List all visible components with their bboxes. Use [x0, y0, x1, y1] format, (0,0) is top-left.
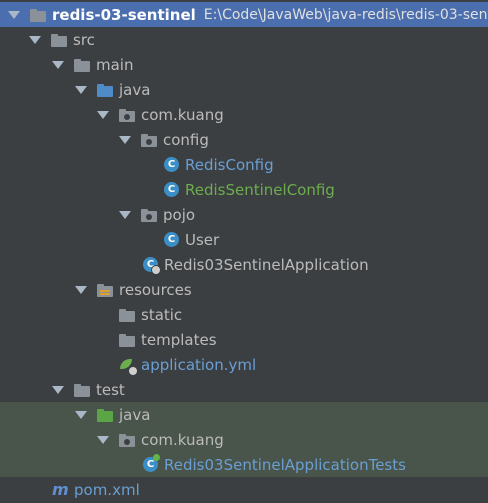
spring-boot-application-icon: C	[143, 257, 161, 275]
tree-row-application[interactable]: C Redis03SentinelApplication	[0, 252, 488, 277]
node-label: pom.xml	[74, 480, 140, 499]
expand-arrow-icon[interactable]	[119, 210, 131, 219]
folder-icon	[51, 32, 67, 48]
node-label: main	[96, 55, 134, 74]
test-source-folder-icon	[97, 407, 113, 423]
tree-row-java-test[interactable]: java	[0, 402, 488, 427]
expand-arrow-icon[interactable]	[119, 135, 131, 144]
test-class-icon: C	[143, 454, 160, 472]
tree-row-java-main[interactable]: java	[0, 77, 488, 102]
module-name: redis-03-sentinel	[52, 5, 196, 24]
expand-arrow-icon[interactable]	[75, 85, 87, 94]
module-folder-icon	[30, 7, 46, 23]
node-label: java	[119, 405, 151, 424]
package-icon	[141, 207, 157, 223]
tree-row-static[interactable]: static	[0, 302, 488, 327]
tree-row-user[interactable]: C User	[0, 227, 488, 252]
node-label: com.kuang	[141, 430, 224, 449]
node-label: templates	[141, 330, 217, 349]
package-icon	[141, 132, 157, 148]
tree-row-redis-sentinel-config[interactable]: C RedisSentinelConfig	[0, 177, 488, 202]
node-label: src	[73, 30, 95, 49]
node-label: application.yml	[141, 355, 257, 374]
module-path: E:\Code\JavaWeb\java-redis\redis-03-sent	[203, 6, 488, 23]
folder-icon	[74, 382, 90, 398]
node-label: java	[119, 80, 151, 99]
node-label: static	[141, 305, 183, 324]
project-tree: redis-03-sentinel E:\Code\JavaWeb\java-r…	[0, 0, 488, 503]
resources-folder-icon	[97, 282, 113, 298]
expand-arrow-icon[interactable]	[29, 35, 41, 44]
tree-row-root[interactable]: redis-03-sentinel E:\Code\JavaWeb\java-r…	[0, 2, 488, 27]
tree-row-test[interactable]: test	[0, 377, 488, 402]
expand-arrow-icon[interactable]	[97, 435, 109, 444]
expand-arrow-icon[interactable]	[75, 410, 87, 419]
node-label: RedisSentinelConfig	[185, 180, 335, 199]
tree-row-pom[interactable]: m pom.xml	[0, 477, 488, 502]
expand-arrow-icon[interactable]	[97, 110, 109, 119]
node-label: RedisConfig	[185, 155, 274, 174]
tree-row-package-test[interactable]: com.kuang	[0, 427, 488, 452]
tree-row-src[interactable]: src	[0, 27, 488, 52]
node-label: test	[96, 380, 125, 399]
tree-row-application-yml[interactable]: application.yml	[0, 352, 488, 377]
node-label: User	[185, 230, 220, 249]
tree-row-main[interactable]: main	[0, 52, 488, 77]
node-label: Redis03SentinelApplication	[164, 255, 369, 274]
node-label: com.kuang	[141, 105, 224, 124]
node-label: config	[163, 130, 209, 149]
node-label: pojo	[163, 205, 196, 224]
tree-row-pojo[interactable]: pojo	[0, 202, 488, 227]
class-icon: C	[164, 157, 179, 172]
folder-icon	[74, 57, 90, 73]
tree-row-templates[interactable]: templates	[0, 327, 488, 352]
source-folder-icon	[97, 82, 113, 98]
class-icon: C	[164, 232, 179, 247]
package-icon	[119, 107, 135, 123]
tree-row-redis-config[interactable]: C RedisConfig	[0, 152, 488, 177]
tree-row-resources[interactable]: resources	[0, 277, 488, 302]
node-label: resources	[119, 280, 192, 299]
expand-arrow-icon[interactable]	[52, 385, 64, 394]
node-label: Redis03SentinelApplicationTests	[164, 455, 406, 474]
tree-row-application-tests[interactable]: C Redis03SentinelApplicationTests	[0, 452, 488, 477]
expand-arrow-icon[interactable]	[75, 285, 87, 294]
package-icon	[119, 432, 135, 448]
tree-row-config[interactable]: config	[0, 127, 488, 152]
class-icon: C	[164, 182, 179, 197]
folder-icon	[119, 307, 135, 323]
folder-icon	[119, 332, 135, 348]
expand-arrow-icon[interactable]	[8, 10, 20, 19]
maven-icon: m	[52, 479, 69, 499]
spring-config-file-icon	[119, 357, 138, 376]
tree-row-package-main[interactable]: com.kuang	[0, 102, 488, 127]
expand-arrow-icon[interactable]	[52, 60, 64, 69]
